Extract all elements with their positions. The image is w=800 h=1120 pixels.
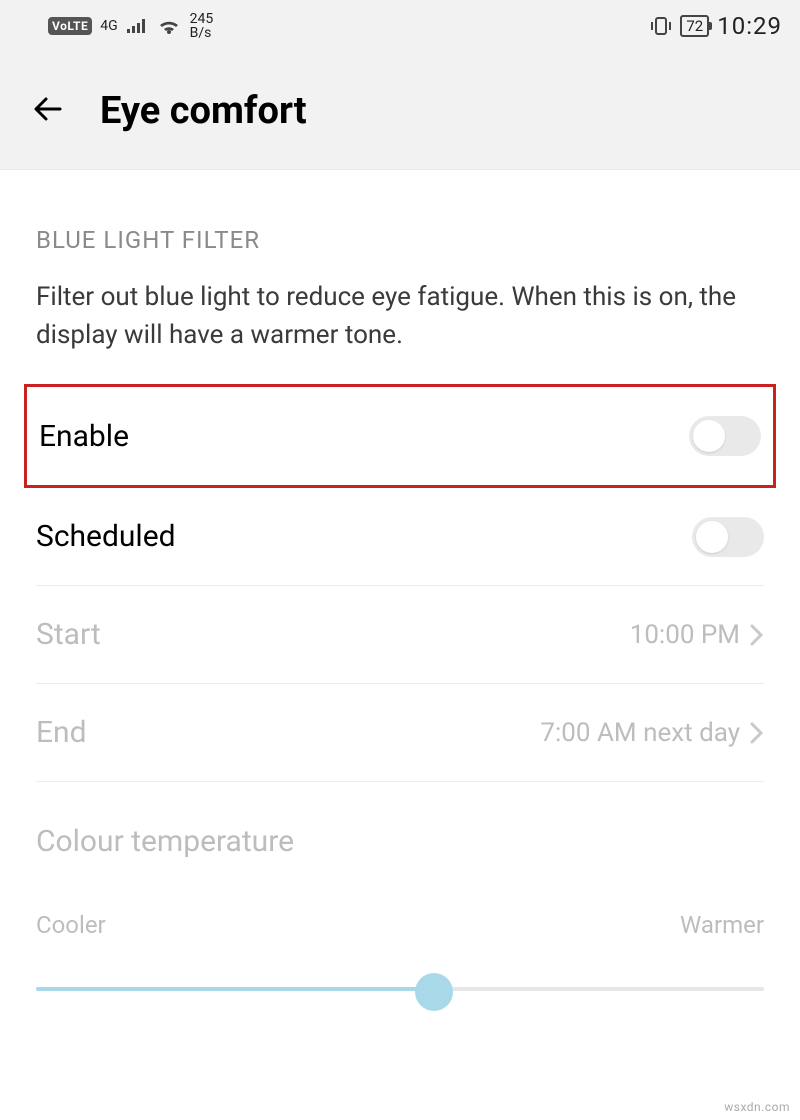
row-label-start: Start (36, 617, 101, 652)
toggle-enable[interactable] (689, 416, 761, 456)
temperature-slider[interactable] (26, 969, 774, 1009)
battery-indicator: 72 (680, 15, 709, 37)
status-left: VoLTE 4G 245 B/s (48, 12, 213, 40)
back-button[interactable] (30, 89, 70, 133)
signal-4g: 4G (100, 21, 117, 31)
section-header: BLUE LIGHT FILTER (36, 170, 764, 278)
temperature-scale-labels: Cooler Warmer (36, 911, 764, 939)
chevron-right-icon (750, 722, 764, 744)
page-title: Eye comfort (100, 89, 307, 133)
label-warmer: Warmer (680, 911, 764, 939)
content: BLUE LIGHT FILTER Filter out blue light … (0, 170, 800, 1009)
row-label-end: End (36, 715, 87, 750)
toggle-scheduled[interactable] (692, 517, 764, 557)
volte-badge: VoLTE (48, 17, 92, 35)
watermark: wsxdn.com (724, 1100, 790, 1114)
row-scheduled[interactable]: Scheduled (36, 488, 764, 586)
arrow-left-icon (30, 89, 70, 129)
row-end[interactable]: End 7:00 AM next day (36, 684, 764, 782)
row-label-enable: Enable (39, 419, 129, 454)
colour-temperature-section: Colour temperature Cooler Warmer (36, 782, 764, 1009)
header: Eye comfort (0, 52, 800, 170)
row-label-scheduled: Scheduled (36, 519, 176, 554)
wifi-icon (156, 16, 182, 36)
label-cooler: Cooler (36, 911, 106, 939)
row-start[interactable]: Start 10:00 PM (36, 586, 764, 684)
row-value-start: 10:00 PM (630, 620, 764, 650)
chevron-right-icon (750, 624, 764, 646)
status-right: 72 10:29 (650, 12, 782, 40)
slider-fill (36, 987, 432, 991)
clock: 10:29 (717, 12, 782, 40)
row-enable[interactable]: Enable (39, 387, 761, 485)
vibrate-icon (650, 15, 672, 37)
highlight-enable: Enable (24, 384, 776, 488)
signal-bars-icon (126, 17, 148, 35)
slider-thumb[interactable] (415, 973, 453, 1011)
section-description: Filter out blue light to reduce eye fati… (36, 278, 764, 384)
network-rate: 245 B/s (190, 12, 214, 40)
colour-temperature-title: Colour temperature (36, 824, 764, 859)
row-value-end: 7:00 AM next day (540, 718, 764, 748)
status-bar: VoLTE 4G 245 B/s 72 10:29 (0, 0, 800, 52)
